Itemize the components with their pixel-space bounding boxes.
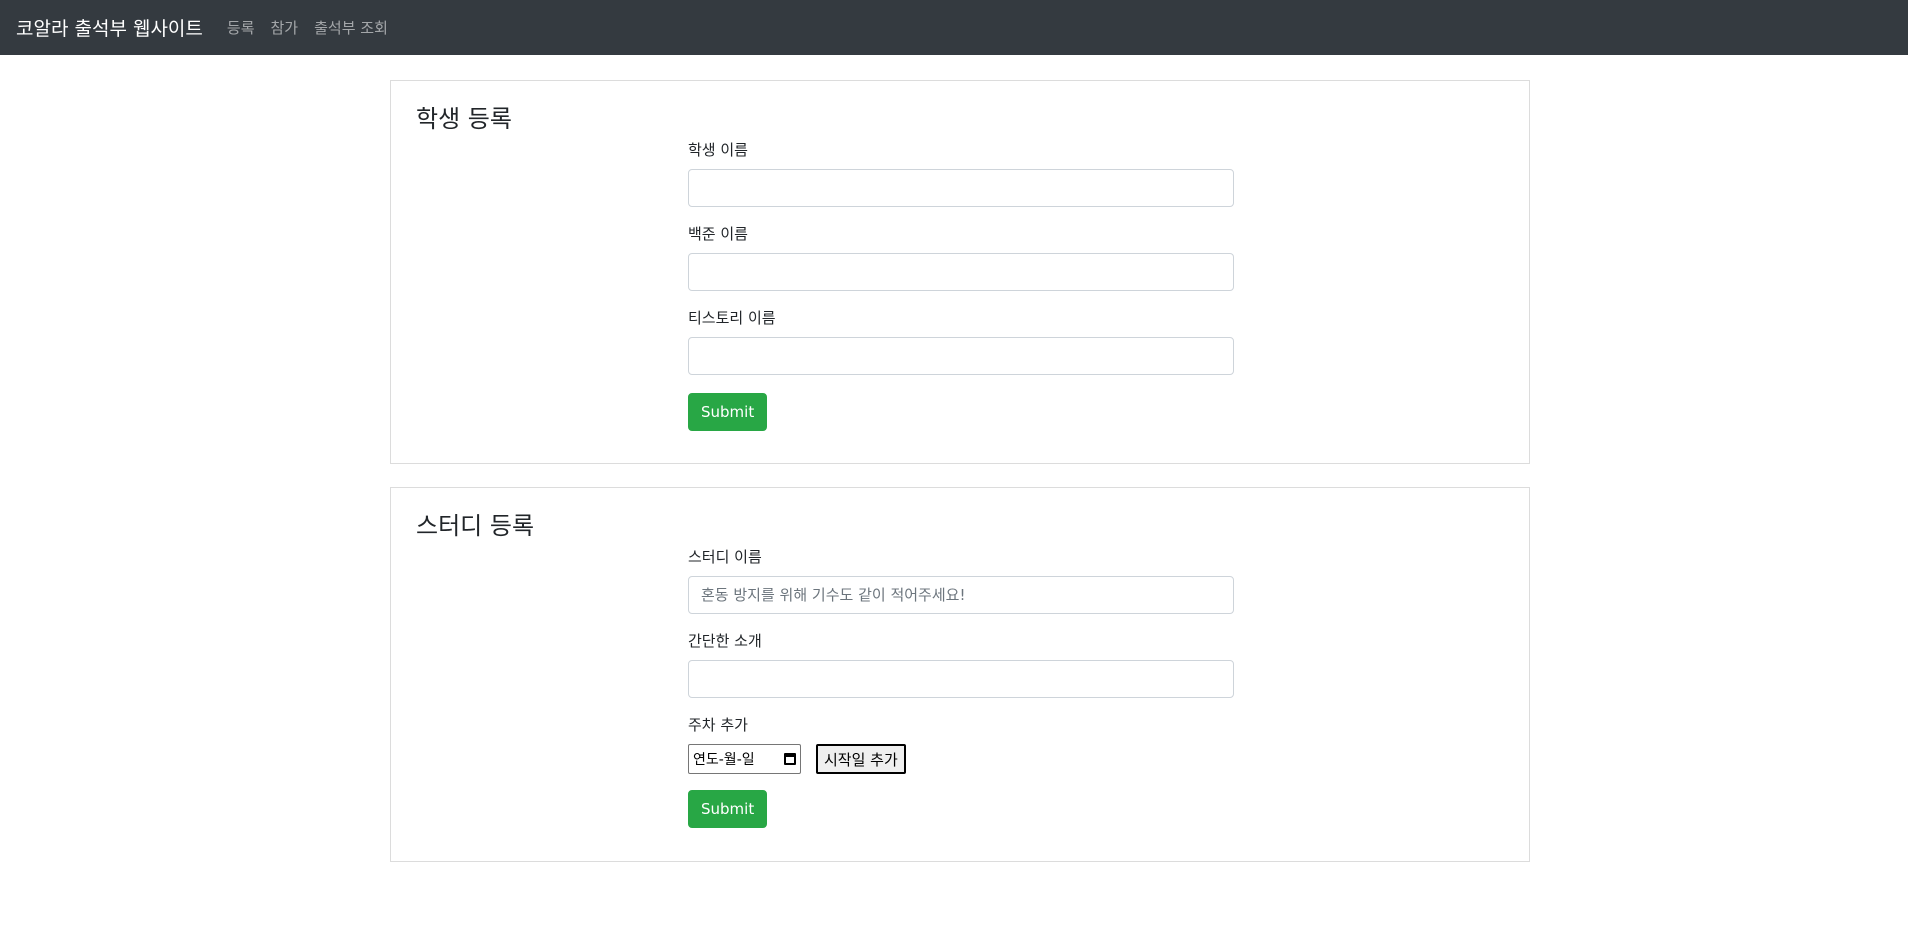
study-intro-input[interactable]: [688, 660, 1234, 698]
baekjoon-name-input[interactable]: [688, 253, 1234, 291]
tistory-name-input[interactable]: [688, 337, 1234, 375]
study-name-input[interactable]: [688, 576, 1234, 614]
study-intro-label: 간단한 소개: [688, 632, 762, 650]
student-register-title: 학생 등록: [416, 105, 512, 133]
date-placeholder: 연도-월-일: [693, 752, 755, 768]
add-start-date-button[interactable]: 시작일 추가: [816, 744, 906, 774]
nav-link-register[interactable]: 등록: [227, 17, 255, 38]
baekjoon-name-label: 백준 이름: [688, 225, 748, 243]
navbar-brand[interactable]: 코알라 출석부 웹사이트: [16, 14, 203, 41]
student-form: 학생 이름 백준 이름 티스토리 이름 Submit: [688, 141, 1234, 431]
student-register-card: 학생 등록 학생 이름 백준 이름 티스토리 이름 Submit: [390, 80, 1530, 464]
student-name-input[interactable]: [688, 169, 1234, 207]
start-date-input[interactable]: 연도-월-일: [688, 744, 801, 774]
study-register-title: 스터디 등록: [416, 512, 535, 540]
calendar-icon[interactable]: [784, 753, 796, 765]
nav-link-join[interactable]: 참가: [271, 17, 299, 38]
study-name-label: 스터디 이름: [688, 548, 762, 566]
top-navbar: 코알라 출석부 웹사이트 등록 참가 출석부 조회: [0, 0, 1908, 55]
study-register-card: 스터디 등록 스터디 이름 간단한 소개 주차 추가 연도-월-일 시작일 추가…: [390, 487, 1530, 862]
week-add-label: 주차 추가: [688, 716, 748, 734]
nav-link-attendance[interactable]: 출석부 조회: [314, 17, 388, 38]
student-submit-button[interactable]: Submit: [688, 393, 768, 431]
study-form: 스터디 이름 간단한 소개 주차 추가 연도-월-일 시작일 추가 Submit: [688, 548, 1234, 828]
study-submit-button[interactable]: Submit: [688, 790, 768, 828]
week-add-row: 연도-월-일 시작일 추가: [688, 744, 1234, 774]
student-name-label: 학생 이름: [688, 141, 748, 159]
tistory-name-label: 티스토리 이름: [688, 309, 776, 327]
